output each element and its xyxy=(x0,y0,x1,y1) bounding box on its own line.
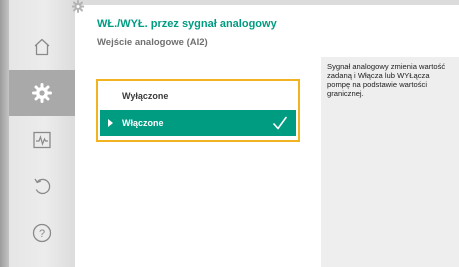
nav-restore[interactable] xyxy=(9,163,75,209)
svg-text:?: ? xyxy=(39,228,45,240)
top-bar xyxy=(75,0,459,5)
restore-icon xyxy=(34,178,51,195)
checkmark-icon xyxy=(273,116,287,130)
corner-gear-icon xyxy=(72,0,84,13)
home-icon xyxy=(34,38,50,56)
nav-help[interactable]: ? xyxy=(9,210,75,256)
help-text: Sygnał analogowy zmienia wartość zadaną … xyxy=(327,62,446,98)
page-subtitle: Wejście analogowe (AI2) xyxy=(97,37,208,48)
sidebar: ? xyxy=(0,0,75,267)
option-disabled[interactable]: Wyłączone xyxy=(100,83,296,109)
option-enabled[interactable]: Włączone xyxy=(100,110,296,136)
nav-diagnostics[interactable] xyxy=(9,117,75,163)
nav-settings[interactable] xyxy=(9,70,75,116)
diagnostics-icon xyxy=(33,131,51,149)
option-label: Włączone xyxy=(122,118,164,128)
sidebar-edge xyxy=(0,0,9,267)
help-icon: ? xyxy=(32,223,52,243)
gear-icon xyxy=(32,83,52,103)
options-list: Wyłączone Włączone xyxy=(96,79,300,142)
selection-arrow-icon xyxy=(108,119,113,127)
nav-home[interactable] xyxy=(9,24,75,70)
page-title: WŁ./WYŁ. przez sygnał analogowy xyxy=(97,18,277,30)
option-label: Wyłączone xyxy=(122,91,169,101)
